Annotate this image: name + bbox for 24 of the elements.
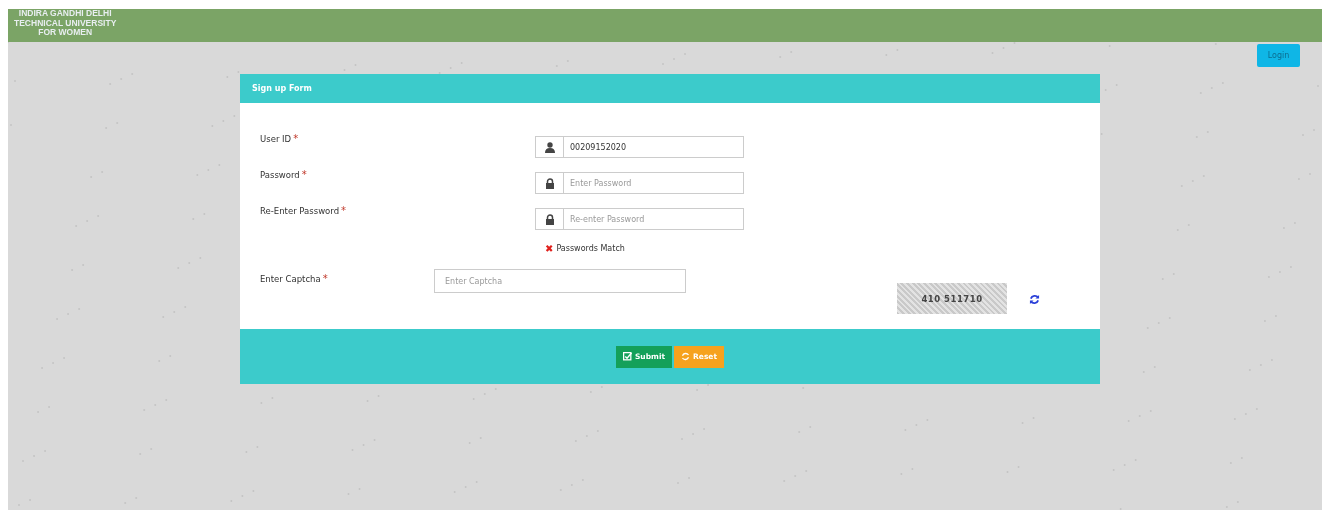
lock-icon xyxy=(544,213,555,225)
field-label: Re-Enter Password xyxy=(260,206,340,216)
captcha-field[interactable]: Enter Captcha xyxy=(434,269,686,293)
captcha-image: 410 511710 xyxy=(897,283,1007,314)
user-icon xyxy=(544,141,555,153)
required-mark: * xyxy=(293,134,299,144)
input-field[interactable]: 00209152020 xyxy=(563,136,744,158)
password-match-status: Passwords Match xyxy=(556,243,625,253)
field-label: Password xyxy=(260,170,300,180)
refresh-icon[interactable] xyxy=(1029,294,1040,305)
checkbox-icon xyxy=(622,352,632,361)
input-field[interactable]: Enter Password xyxy=(563,172,744,194)
university-name: INDIRA GANDHI DELHI TECHNICAL UNIVERSITY FOR WOMEN xyxy=(14,9,117,38)
refresh-icon xyxy=(681,352,691,361)
cross-mark: ✖ xyxy=(545,242,554,254)
lock-icon xyxy=(544,177,555,189)
login-button[interactable]: Login xyxy=(1257,44,1300,67)
required-mark: * xyxy=(341,206,347,216)
input-field[interactable]: Re-enter Password xyxy=(563,208,744,230)
required-mark: * xyxy=(301,170,307,180)
field-label: Enter Captcha xyxy=(260,274,321,284)
form-title: Sign up Form xyxy=(252,84,312,93)
required-mark: * xyxy=(322,274,328,284)
field-label: User ID xyxy=(260,134,292,144)
